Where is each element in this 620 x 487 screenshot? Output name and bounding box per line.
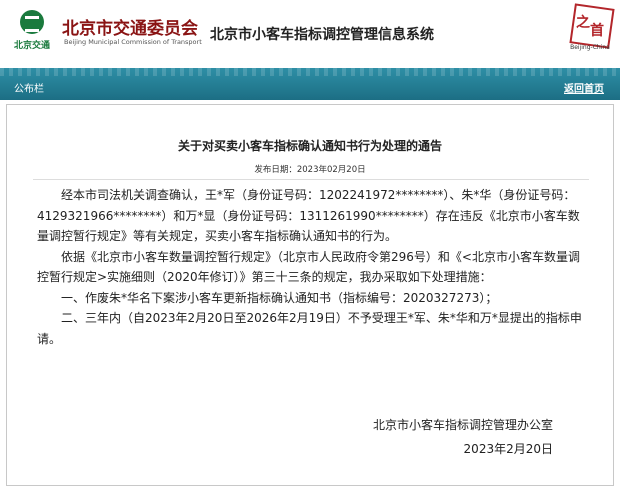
org-name: 北京市交通委员会 xyxy=(62,19,198,39)
logo-icon xyxy=(20,10,44,34)
emblem-glyph-icon: 首 xyxy=(590,23,604,39)
notice-paragraph: 一、作废朱*华名下案涉小客车更新指标确认通知书（指标编号：2020327273）… xyxy=(61,290,498,305)
notice-paragraph: 依据《北京市小客车数量调控暂行规定》（北京市人民政府令第296号）和《<北京市小… xyxy=(37,249,580,285)
signature-block: 北京市小客车指标调控管理办公室 2023年2月20日 xyxy=(373,413,553,461)
org-name-english: Beijing Municipal Commission of Transpor… xyxy=(64,38,202,46)
notice-body: 经本市司法机关调查确认，王*军（身份证号码：1202241972********… xyxy=(37,185,585,349)
beijing-transport-logo[interactable]: 北京交通 xyxy=(8,8,56,56)
emblem-glyph-icon: 之 xyxy=(576,15,590,31)
signature-date: 2023年2月20日 xyxy=(463,442,553,456)
publish-date: 发布日期：2023年02月20日 xyxy=(254,165,366,175)
notice-paragraph: 经本市司法机关调查确认，王*军（身份证号码：1202241972********… xyxy=(37,188,580,243)
signature-org: 北京市小客车指标调控管理办公室 xyxy=(372,418,553,432)
divider xyxy=(33,179,589,180)
back-to-home-link[interactable]: 返回首页 xyxy=(564,80,604,95)
site-header: 北京交通 北京市交通委员会 Beijing Municipal Commissi… xyxy=(0,0,620,62)
nav-bar: 公布栏 返回首页 xyxy=(0,68,620,100)
beijing-emblem: 之 首 Beijing-China xyxy=(568,3,615,54)
logo-text: 北京交通 xyxy=(13,41,50,51)
tab-bulletin[interactable]: 公布栏 xyxy=(14,80,44,95)
notice-title: 关于对买卖小客车指标确认通知书行为处理的通告 xyxy=(177,139,442,153)
notice-panel: 关于对买卖小客车指标确认通知书行为处理的通告 发布日期：2023年02月20日 … xyxy=(6,104,614,486)
emblem-caption: Beijing-China xyxy=(570,44,610,51)
system-title: 北京市小客车指标调控管理信息系统 xyxy=(210,27,434,43)
notice-paragraph: 二、三年内（自2023年2月20日至2026年2月19日）不予受理王*军、朱*华… xyxy=(37,311,582,346)
